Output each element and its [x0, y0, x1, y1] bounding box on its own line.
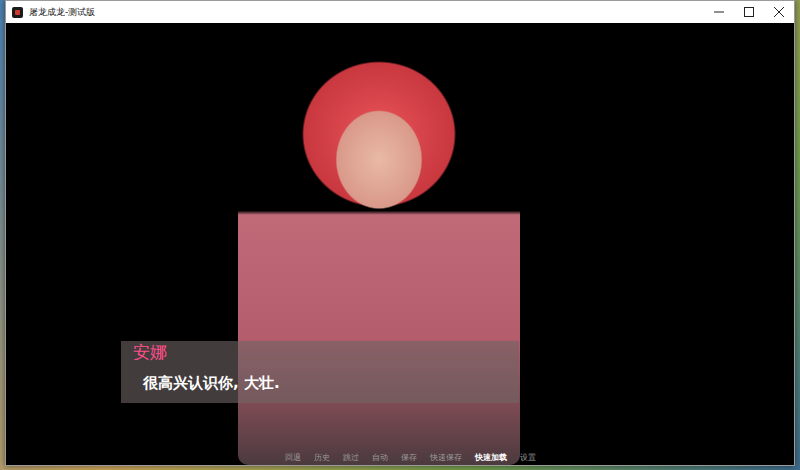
window-title: 屠龙成龙-测试版 — [29, 6, 704, 19]
close-icon — [774, 7, 784, 17]
quick-menu-item[interactable]: 自动 — [372, 452, 388, 464]
quick-menu-item[interactable]: 快速保存 — [430, 452, 462, 464]
game-stage[interactable]: 安娜很高兴认识你, 大壮. 回退 历史 跳过 自动 保存 快速保存 快速加载 设置 — [6, 23, 794, 465]
app-icon — [12, 7, 23, 18]
close-button[interactable] — [764, 1, 794, 23]
quick-menu-item[interactable]: 跳过 — [343, 452, 359, 464]
speaker-name: 安娜 — [133, 341, 509, 364]
maximize-icon — [744, 7, 754, 17]
quick-menu-item[interactable]: 回退 — [285, 452, 301, 464]
window-controls — [704, 1, 794, 23]
dialogue-box[interactable]: 安娜很高兴认识你, 大壮. — [121, 341, 519, 403]
quick-menu: 回退 历史 跳过 自动 保存 快速保存 快速加载 设置 — [6, 452, 794, 464]
dialogue-line: 很高兴认识你, 大壮. — [133, 374, 509, 393]
desktop: 屠龙成龙-测试版安娜很高兴认识你, 大壮. 回退 历史 跳过 自动 保存 快速保存 快速加载 设… — [0, 0, 800, 470]
quick-menu-item[interactable]: 历史 — [314, 452, 330, 464]
minimize-button[interactable] — [704, 1, 734, 23]
quick-menu-item[interactable]: 保存 — [401, 452, 417, 464]
quick-menu-item[interactable]: 快速加载 — [475, 452, 507, 464]
minimize-icon — [714, 7, 724, 17]
quick-menu-item[interactable]: 设置 — [520, 452, 536, 464]
title-bar: 屠龙成龙-测试版 — [6, 1, 794, 23]
game-window: 屠龙成龙-测试版安娜很高兴认识你, 大壮. 回退 历史 跳过 自动 保存 快速保存 快速加载 设… — [5, 0, 795, 466]
maximize-button[interactable] — [734, 1, 764, 23]
